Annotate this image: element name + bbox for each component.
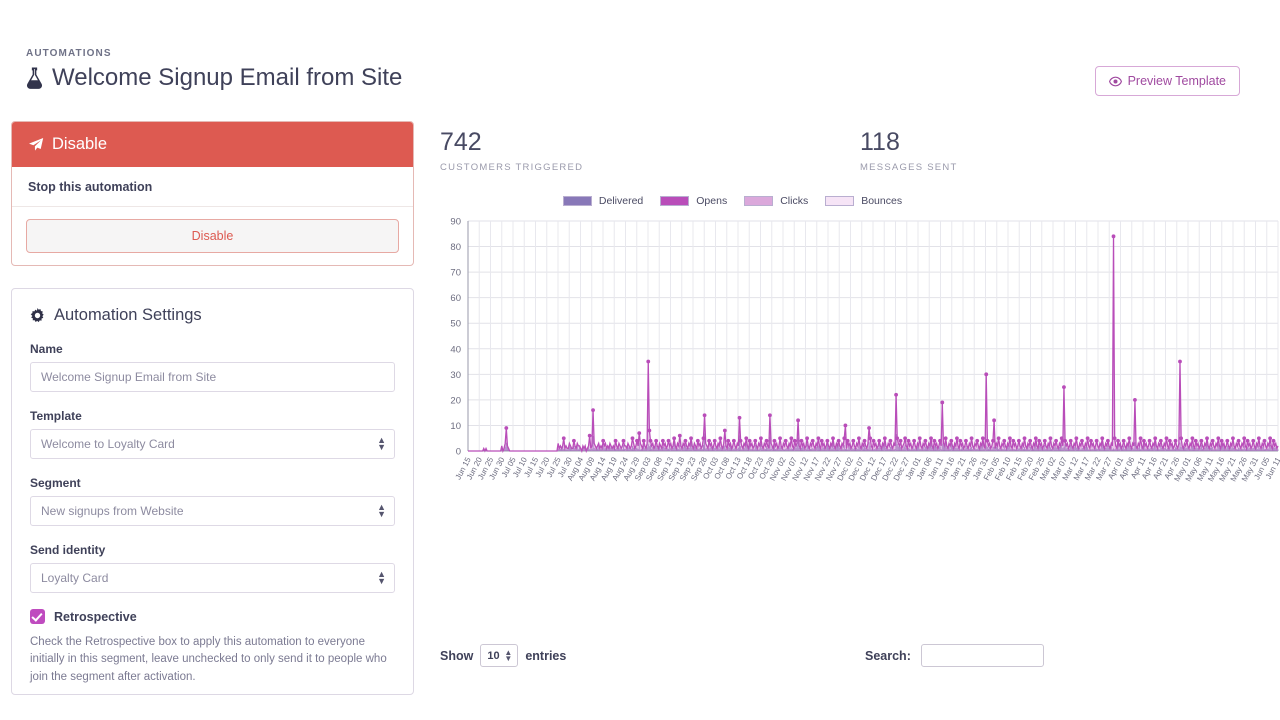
field-label-segment: Segment	[30, 476, 395, 490]
legend-item-delivered[interactable]: Delivered	[563, 195, 643, 207]
activity-chart: 0102030405060708090Jun 15Jun 20Jun 25Jun…	[440, 215, 1280, 563]
gear-icon	[30, 308, 45, 323]
breadcrumb: AUTOMATIONS	[26, 48, 402, 59]
disable-card-body: Stop this automation	[12, 167, 413, 207]
legend-swatch-bounces	[825, 196, 854, 206]
activity-chart-svg: 0102030405060708090Jun 15Jun 20Jun 25Jun…	[440, 215, 1280, 563]
stop-automation-text: Stop this automation	[28, 180, 397, 194]
legend-swatch-clicks	[744, 196, 773, 206]
disable-card-header: Disable	[12, 122, 413, 167]
send-identity-select[interactable]	[30, 563, 395, 593]
retrospective-label: Retrospective	[54, 610, 137, 624]
svg-text:30: 30	[450, 370, 461, 381]
template-select-wrap: ▲▼	[30, 429, 395, 459]
svg-text:90: 90	[450, 217, 461, 228]
send-identity-select-wrap: ▲▼	[30, 563, 395, 593]
stat-value: 742	[440, 130, 860, 155]
svg-text:40: 40	[450, 344, 461, 355]
right-column: 742 CUSTOMERS TRIGGERED 118 MESSAGES SEN…	[440, 130, 1280, 563]
entries-select[interactable]: 10 ▲▼	[480, 644, 518, 667]
stat-customers-triggered: 742 CUSTOMERS TRIGGERED	[440, 130, 860, 173]
field-template: Template ▲▼	[30, 409, 395, 459]
retrospective-checkbox-row[interactable]: Retrospective	[30, 609, 395, 624]
preview-template-button[interactable]: Preview Template	[1095, 66, 1240, 96]
entries-label: entries	[525, 649, 566, 663]
page-title: Welcome Signup Email from Site	[26, 64, 402, 92]
retrospective-help-text: Check the Retrospective box to apply thi…	[30, 634, 395, 686]
field-name: Name	[30, 342, 395, 392]
search-control: Search:	[865, 644, 1044, 667]
automation-settings-card: Automation Settings Name Template ▲▼ Seg…	[11, 288, 414, 695]
show-label: Show	[440, 649, 473, 663]
legend-label: Bounces	[861, 195, 902, 207]
field-label-name: Name	[30, 342, 395, 356]
page-title-text: Welcome Signup Email from Site	[52, 64, 402, 92]
automation-detail-page: AUTOMATIONS Welcome Signup Email from Si…	[0, 0, 1280, 720]
stepper-arrows-icon: ▲▼	[504, 650, 512, 662]
legend-item-bounces[interactable]: Bounces	[825, 195, 902, 207]
disable-card-title: Disable	[52, 135, 107, 154]
segment-select-wrap: ▲▼	[30, 496, 395, 526]
preview-template-label: Preview Template	[1128, 74, 1226, 88]
legend-item-clicks[interactable]: Clicks	[744, 195, 808, 207]
search-label: Search:	[865, 649, 911, 663]
segment-select[interactable]	[30, 496, 395, 526]
svg-text:80: 80	[450, 242, 461, 253]
left-column: Disable Stop this automation Disable Aut…	[11, 121, 414, 695]
disable-automation-card: Disable Stop this automation Disable	[11, 121, 414, 266]
table-controls: Show 10 ▲▼ entries Search:	[440, 640, 1280, 672]
field-label-template: Template	[30, 409, 395, 423]
chart-legend: Delivered Opens Clicks Bounces	[440, 195, 1280, 207]
svg-text:0: 0	[456, 447, 461, 458]
svg-text:60: 60	[450, 293, 461, 304]
legend-item-opens[interactable]: Opens	[660, 195, 727, 207]
template-select[interactable]	[30, 429, 395, 459]
show-entries-control: Show 10 ▲▼ entries	[440, 644, 566, 667]
svg-text:50: 50	[450, 319, 461, 330]
svg-text:70: 70	[450, 268, 461, 279]
stat-messages-sent: 118 MESSAGES SENT	[860, 130, 1280, 173]
search-input[interactable]	[921, 644, 1044, 667]
svg-text:20: 20	[450, 395, 461, 406]
legend-swatch-delivered	[563, 196, 592, 206]
name-input[interactable]	[30, 362, 395, 392]
field-segment: Segment ▲▼	[30, 476, 395, 526]
svg-text:10: 10	[450, 421, 461, 432]
legend-label: Clicks	[780, 195, 808, 207]
disable-button[interactable]: Disable	[26, 219, 399, 253]
stat-value: 118	[860, 130, 1280, 155]
stat-label: MESSAGES SENT	[860, 162, 1280, 173]
legend-swatch-opens	[660, 196, 689, 206]
eye-icon	[1109, 76, 1122, 87]
page-header: AUTOMATIONS Welcome Signup Email from Si…	[26, 48, 402, 92]
legend-label: Opens	[696, 195, 727, 207]
field-send-identity: Send identity ▲▼	[30, 543, 395, 593]
legend-label: Delivered	[599, 195, 643, 207]
settings-card-header: Automation Settings	[30, 306, 395, 325]
settings-card-title: Automation Settings	[54, 306, 202, 325]
disable-card-footer: Disable	[12, 207, 413, 265]
retrospective-checkbox[interactable]	[30, 609, 45, 624]
flask-icon	[26, 67, 43, 89]
stats-row: 742 CUSTOMERS TRIGGERED 118 MESSAGES SEN…	[440, 130, 1280, 173]
stat-label: CUSTOMERS TRIGGERED	[440, 162, 860, 173]
field-label-send-identity: Send identity	[30, 543, 395, 557]
entries-value: 10	[487, 650, 499, 662]
paper-plane-icon	[28, 137, 44, 152]
